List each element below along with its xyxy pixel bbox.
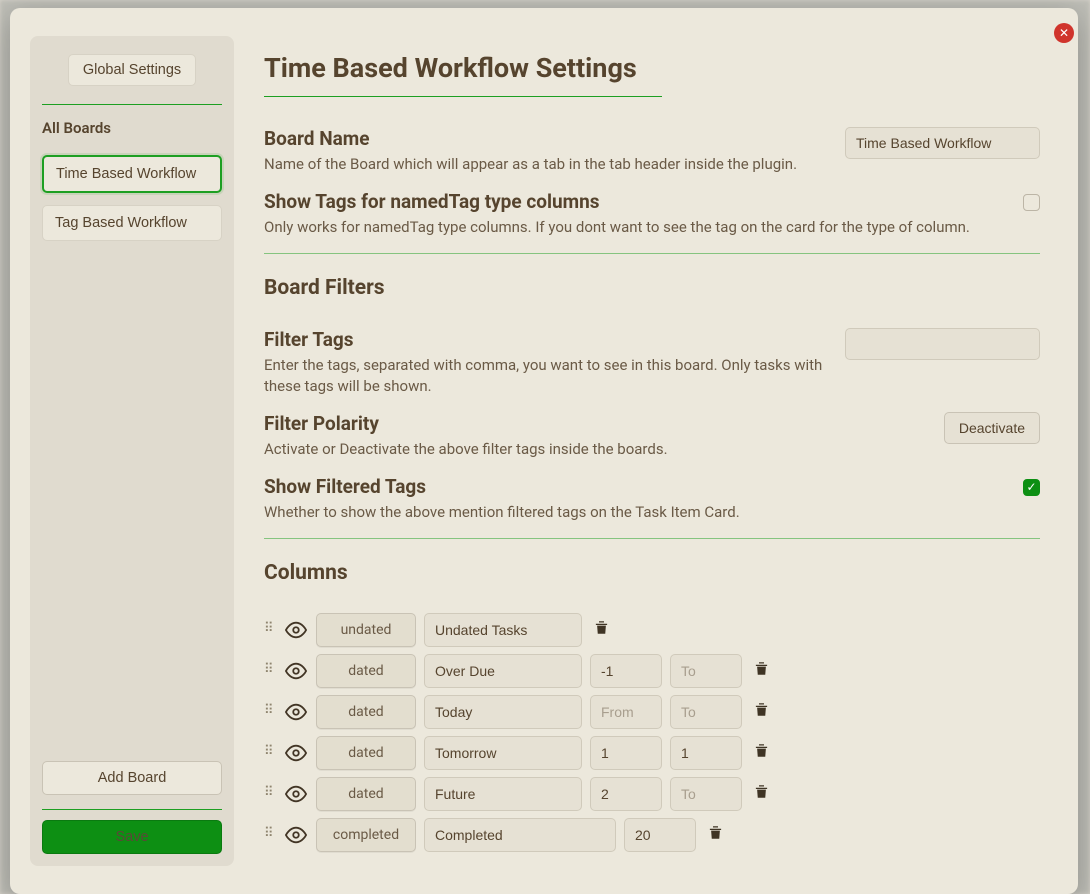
column-row: ⠿ dated [264, 695, 1040, 729]
drag-handle-icon[interactable]: ⠿ [264, 667, 276, 674]
visibility-icon[interactable] [284, 620, 308, 640]
column-name-input[interactable] [424, 695, 582, 729]
divider [264, 538, 1040, 539]
column-from-input[interactable] [590, 777, 662, 811]
column-type-badge: undated [316, 613, 416, 647]
sidebar-board-item[interactable]: Tag Based Workflow [42, 205, 222, 241]
column-from-input[interactable] [590, 736, 662, 770]
column-row: ⠿ dated [264, 777, 1040, 811]
column-row: ⠿ dated [264, 654, 1040, 688]
all-boards-heading: All Boards [42, 119, 222, 137]
delete-column-icon[interactable] [754, 743, 772, 762]
column-type-badge: completed [316, 818, 416, 852]
column-to-input[interactable] [670, 777, 742, 811]
column-row: ⠿ dated [264, 736, 1040, 770]
column-type-badge: dated [316, 777, 416, 811]
setting-title: Filter Polarity [264, 412, 924, 435]
column-from-input[interactable] [624, 818, 696, 852]
show-filtered-checkbox[interactable]: ✓ [1023, 479, 1040, 496]
setting-show-filtered: Show Filtered Tags Whether to show the a… [264, 475, 1040, 524]
visibility-icon[interactable] [284, 784, 308, 804]
section-title-filters: Board Filters [264, 276, 1040, 300]
column-type-badge: dated [316, 654, 416, 688]
divider [42, 809, 222, 810]
section-title-columns: Columns [264, 561, 1040, 585]
setting-title: Show Filtered Tags [264, 475, 1003, 498]
columns-container: ⠿ undated ⠿ dated ⠿ dated ⠿ dated ⠿ dated ⠿ complet… [264, 613, 1040, 852]
drag-handle-icon[interactable]: ⠿ [264, 749, 276, 756]
column-to-input[interactable] [670, 695, 742, 729]
column-name-input[interactable] [424, 654, 582, 688]
board-name-input[interactable] [845, 127, 1040, 159]
visibility-icon[interactable] [284, 825, 308, 845]
visibility-icon[interactable] [284, 743, 308, 763]
settings-modal: ✕ Global Settings All Boards Time Based … [10, 8, 1078, 894]
sidebar: Global Settings All Boards Time Based Wo… [30, 36, 234, 866]
close-icon: ✕ [1059, 26, 1069, 40]
column-to-input[interactable] [670, 654, 742, 688]
setting-title: Board Name [264, 127, 825, 150]
drag-handle-icon[interactable]: ⠿ [264, 831, 276, 838]
setting-filter-polarity: Filter Polarity Activate or Deactivate t… [264, 412, 1040, 461]
delete-column-icon[interactable] [594, 620, 612, 639]
setting-desc: Enter the tags, separated with comma, yo… [264, 355, 825, 399]
column-type-badge: dated [316, 695, 416, 729]
column-name-input[interactable] [424, 777, 582, 811]
setting-title: Filter Tags [264, 328, 825, 351]
divider [42, 104, 222, 105]
setting-show-tags: Show Tags for namedTag type columns Only… [264, 190, 1040, 239]
page-title: Time Based Workflow Settings [264, 52, 662, 97]
filter-tags-input[interactable] [845, 328, 1040, 360]
column-name-input[interactable] [424, 736, 582, 770]
visibility-icon[interactable] [284, 702, 308, 722]
add-board-button[interactable]: Add Board [42, 761, 222, 795]
main-panel: Time Based Workflow Settings Board Name … [234, 8, 1078, 894]
setting-desc: Activate or Deactivate the above filter … [264, 439, 924, 461]
setting-filter-tags: Filter Tags Enter the tags, separated wi… [264, 328, 1040, 399]
setting-title: Show Tags for namedTag type columns [264, 190, 1003, 213]
sidebar-board-item[interactable]: Time Based Workflow [42, 155, 222, 193]
save-button[interactable]: Save [42, 820, 222, 854]
setting-desc: Only works for namedTag type columns. If… [264, 217, 1003, 239]
setting-board-name: Board Name Name of the Board which will … [264, 127, 1040, 176]
column-to-input[interactable] [670, 736, 742, 770]
setting-desc: Whether to show the above mention filter… [264, 502, 1003, 524]
close-button[interactable]: ✕ [1054, 23, 1074, 43]
global-settings-button[interactable]: Global Settings [68, 54, 196, 86]
column-row: ⠿ completed [264, 818, 1040, 852]
column-row: ⠿ undated [264, 613, 1040, 647]
delete-column-icon[interactable] [754, 702, 772, 721]
drag-handle-icon[interactable]: ⠿ [264, 708, 276, 715]
column-from-input[interactable] [590, 654, 662, 688]
setting-desc: Name of the Board which will appear as a… [264, 154, 825, 176]
drag-handle-icon[interactable]: ⠿ [264, 626, 276, 633]
divider [264, 253, 1040, 254]
column-type-badge: dated [316, 736, 416, 770]
column-name-input[interactable] [424, 818, 616, 852]
show-tags-checkbox[interactable] [1023, 194, 1040, 211]
column-name-input[interactable] [424, 613, 582, 647]
visibility-icon[interactable] [284, 661, 308, 681]
drag-handle-icon[interactable]: ⠿ [264, 790, 276, 797]
delete-column-icon[interactable] [754, 784, 772, 803]
column-from-input[interactable] [590, 695, 662, 729]
delete-column-icon[interactable] [754, 661, 772, 680]
filter-polarity-button[interactable]: Deactivate [944, 412, 1040, 444]
delete-column-icon[interactable] [708, 825, 726, 844]
board-list: Time Based Workflow Tag Based Workflow [42, 155, 222, 241]
